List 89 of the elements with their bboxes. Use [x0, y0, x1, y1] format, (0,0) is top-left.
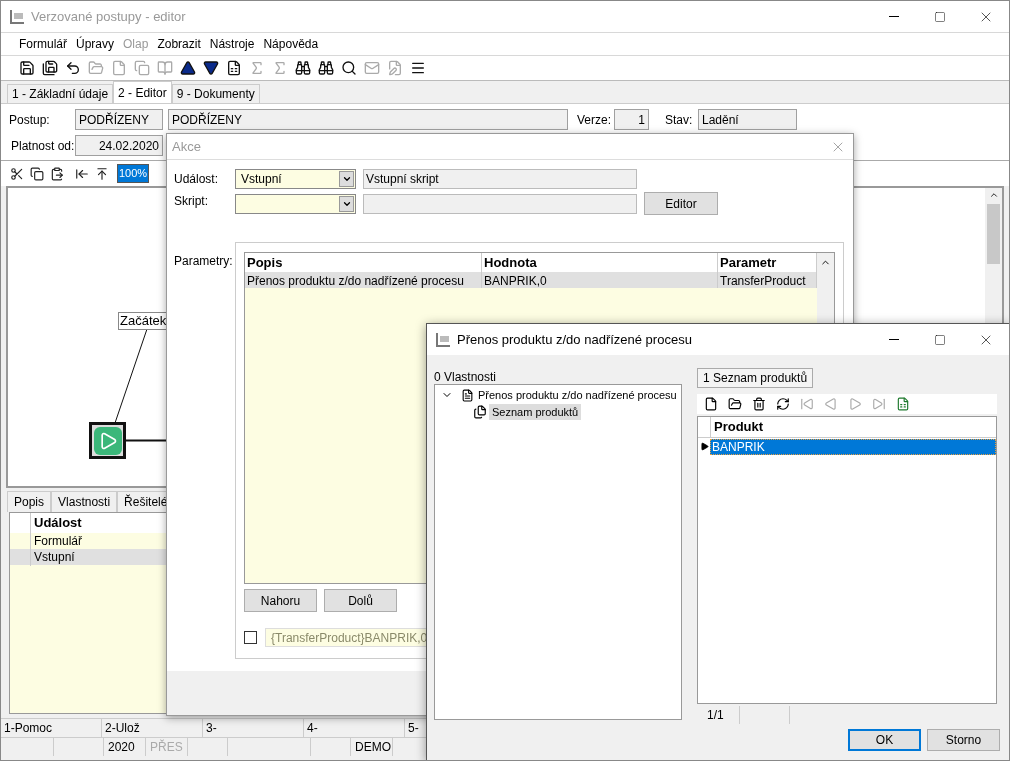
- refresh-button[interactable]: [775, 396, 790, 412]
- zoom-field[interactable]: 100%: [117, 164, 150, 183]
- cancel-button[interactable]: Storno: [927, 729, 1000, 751]
- new-file-button[interactable]: [703, 396, 718, 412]
- function-key-label[interactable]: 3-: [203, 719, 304, 737]
- record-count: 1/1: [697, 706, 740, 724]
- dropdown-icon: [341, 174, 352, 184]
- menu-item[interactable]: Nápověda: [259, 35, 323, 53]
- menu-item[interactable]: Formulář: [15, 35, 71, 53]
- field-label: Parametry:: [174, 253, 234, 270]
- undo-button[interactable]: [65, 60, 81, 76]
- function-key-label[interactable]: 4-: [304, 719, 405, 737]
- field-label: Skript:: [174, 193, 209, 210]
- save-button[interactable]: [19, 60, 35, 76]
- documents-icon: [473, 405, 487, 419]
- status-text: PŘES: [146, 738, 188, 756]
- node-label: Začátek: [118, 312, 169, 330]
- minimize-icon: [889, 339, 899, 340]
- script-dropdown[interactable]: [235, 193, 356, 214]
- dialog-title: Akce: [172, 137, 201, 156]
- move-button[interactable]: Dolů: [324, 589, 397, 612]
- code-field[interactable]: PODŘÍZENY: [75, 109, 163, 130]
- trash-button[interactable]: [751, 396, 766, 412]
- date-field[interactable]: 24.02.2020: [75, 135, 163, 156]
- save-all-button[interactable]: [42, 60, 58, 76]
- checkbox[interactable]: [244, 631, 257, 644]
- menu-button[interactable]: [410, 60, 426, 76]
- script-field[interactable]: [363, 193, 637, 214]
- tree-item[interactable]: Přenos produktu z/do nadřízené procesu: [477, 386, 678, 404]
- column-header: Produkt: [710, 417, 996, 437]
- tab[interactable]: Vlastnosti: [51, 491, 118, 512]
- table-cell: Vstupní: [30, 548, 75, 566]
- status-text: DEMO: [351, 738, 393, 756]
- paste-icon[interactable]: [50, 166, 64, 181]
- down-arrow-button[interactable]: [203, 60, 219, 76]
- menu-item[interactable]: Úpravy: [72, 35, 119, 53]
- current-row-icon: [699, 442, 709, 451]
- panel-tab[interactable]: 1 Seznam produktů: [697, 368, 814, 388]
- function-key-label[interactable]: 2-Ulož: [102, 719, 203, 737]
- table-cell: Přenos produktu z/do nadřízené procesu: [245, 272, 482, 288]
- document-icon: [461, 388, 474, 402]
- align-top-icon[interactable]: [95, 166, 109, 181]
- version-field[interactable]: 1: [614, 109, 649, 130]
- tree-item[interactable]: Seznam produktů: [489, 403, 582, 421]
- dialog-title: Přenos produktu z/do nadřízené procesu: [457, 330, 692, 349]
- up-arrow-button[interactable]: [180, 60, 196, 76]
- tab[interactable]: 1 - Základní údaje: [7, 84, 114, 103]
- move-button[interactable]: Nahoru: [244, 589, 317, 612]
- tab[interactable]: 9 - Dokumenty: [171, 84, 260, 103]
- editor-button[interactable]: Editor: [644, 192, 718, 215]
- window-title: Verzované postupy - editor: [31, 7, 186, 26]
- panel-tab[interactable]: 0 Vlastnosti: [434, 368, 682, 384]
- status-text: 2020: [104, 738, 146, 756]
- ok-button[interactable]: OK: [848, 729, 921, 751]
- binoculars-button[interactable]: [318, 60, 334, 76]
- search-button[interactable]: [341, 60, 357, 76]
- scroll-up-icon[interactable]: [988, 190, 999, 200]
- field-label: Platnost od:: [10, 137, 75, 155]
- align-left-icon[interactable]: [75, 166, 89, 181]
- spreadsheet-button[interactable]: [226, 60, 242, 76]
- column-header: Událost: [30, 513, 82, 533]
- table-row[interactable]: Přenos produktu z/do nadřízené procesu BANPRIK,0 TransferProduct: [245, 272, 817, 288]
- tab[interactable]: 2 - Editor: [113, 81, 172, 103]
- maximize-icon: [934, 333, 946, 346]
- field-label: Událost:: [174, 171, 220, 188]
- field-label: Stav:: [665, 111, 694, 129]
- excel-button[interactable]: [895, 396, 910, 412]
- minimize-icon: [889, 16, 899, 17]
- folder-button[interactable]: [727, 396, 742, 412]
- menu-item[interactable]: Nástroje: [205, 35, 259, 53]
- description-field[interactable]: Vstupní skript: [363, 169, 637, 189]
- field-label: Verze:: [577, 111, 613, 129]
- function-key-label[interactable]: 1-Pomoc: [1, 719, 102, 737]
- scrollbar-thumb[interactable]: [987, 204, 1000, 264]
- maximize-icon: [934, 10, 946, 23]
- app-logo-icon: [9, 8, 25, 25]
- cut-icon[interactable]: [10, 166, 24, 181]
- table-cell: BANPRIK,0: [482, 272, 718, 288]
- event-dropdown[interactable]: Vstupní: [235, 169, 356, 189]
- name-field[interactable]: PODŘÍZENY: [168, 109, 568, 130]
- tab[interactable]: Popis: [7, 491, 52, 512]
- table-cell[interactable]: BANPRIK: [710, 438, 996, 455]
- status-field[interactable]: Ladění: [698, 109, 797, 130]
- menu-item[interactable]: Zobrazit: [153, 35, 205, 53]
- field-label: Postup:: [8, 111, 51, 129]
- binoculars-button[interactable]: [295, 60, 311, 76]
- copy-icon[interactable]: [30, 166, 44, 181]
- app-logo-icon: [435, 331, 451, 348]
- start-node[interactable]: [89, 422, 126, 459]
